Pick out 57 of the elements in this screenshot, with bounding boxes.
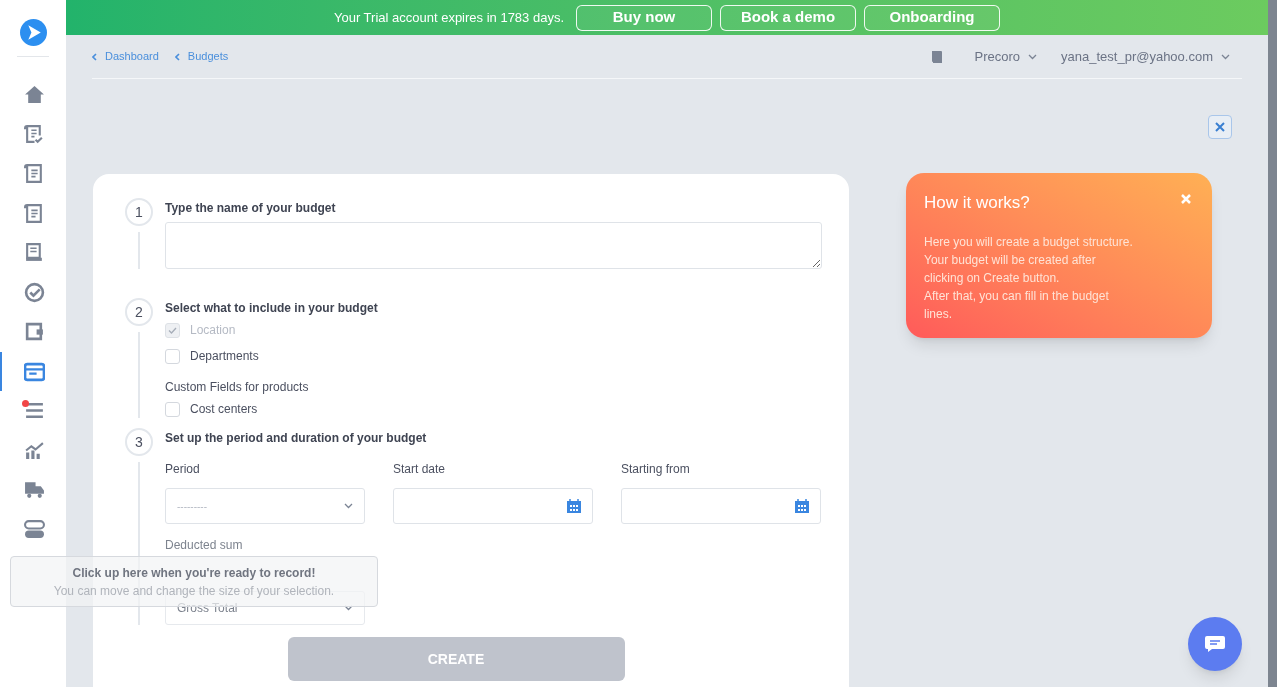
user-dropdown[interactable]: yana_test_pr@yahoo.com	[1061, 46, 1230, 67]
scrollbar[interactable]	[1268, 0, 1277, 687]
receipt-icon	[23, 242, 45, 264]
step-title: Select what to include in your budget	[165, 300, 379, 317]
logo-icon[interactable]	[19, 19, 47, 46]
step-title: Type the name of your budget	[165, 200, 337, 217]
date-field[interactable]	[621, 488, 821, 524]
calendar-icon	[795, 499, 809, 513]
step-title: Set up the period and duration of your budget	[165, 430, 428, 447]
checkbox[interactable]	[165, 348, 180, 364]
popup-title: How it works?	[924, 192, 1030, 214]
field-label: Start date	[393, 461, 447, 478]
wallet-icon	[23, 321, 45, 343]
checkbox-option[interactable]: Cost centers	[165, 400, 823, 418]
period-dropdown[interactable]: ---------	[165, 488, 365, 524]
close-icon[interactable]	[1180, 193, 1192, 205]
chevron-down-icon	[344, 503, 353, 509]
breadcrumb-link[interactable]: Dashboard	[92, 48, 159, 65]
date-field[interactable]	[393, 488, 593, 524]
popup-text: Here you will create a budget structure. Your budget will be created after clicking on Create button. After that, you can fill in the budget lines.	[924, 233, 1134, 323]
check-circle-icon	[23, 281, 45, 303]
field-label: Deducted sum	[165, 537, 243, 554]
banner-button[interactable]: Book a demo	[720, 4, 856, 31]
toggle-icon	[23, 518, 45, 540]
field-label: Starting from	[621, 461, 691, 478]
step-number: 2	[125, 298, 153, 326]
step-number: 1	[125, 198, 153, 226]
close-button[interactable]	[1208, 115, 1232, 139]
chevron-left-icon	[92, 52, 97, 61]
chat-button[interactable]	[1188, 617, 1242, 671]
book-icon[interactable]	[930, 49, 943, 64]
company-dropdown[interactable]: Precoro	[974, 46, 1038, 67]
breadcrumb-link[interactable]: Budgets	[174, 48, 229, 65]
chevron-left-icon	[174, 52, 180, 61]
close-icon	[1215, 122, 1225, 132]
banner-button[interactable]: Onboarding	[864, 4, 1000, 31]
trial-message: Your Trial account expires in 1783 days.	[333, 8, 564, 27]
truck-icon	[23, 479, 45, 501]
step-number: 3	[125, 428, 153, 456]
chat-icon	[1204, 635, 1226, 653]
field-label: Period	[165, 461, 201, 478]
banner-button[interactable]: Buy now	[576, 4, 712, 31]
budget-name-field[interactable]	[165, 222, 822, 269]
document-icon	[23, 202, 45, 224]
home-icon	[23, 84, 45, 106]
chevron-down-icon	[1221, 53, 1230, 60]
checkmark-icon	[168, 326, 177, 334]
chevron-down-icon	[1028, 53, 1038, 60]
checkbox-option[interactable]: Departments	[165, 347, 823, 365]
document-icon	[23, 163, 45, 185]
card-icon	[23, 360, 45, 382]
calendar-icon	[567, 499, 581, 513]
group-label: Custom Fields for products	[165, 379, 310, 396]
checkbox[interactable]	[165, 401, 180, 417]
checkbox-option: Location	[165, 321, 823, 339]
document-check-icon	[23, 123, 45, 145]
recorder-title: Click up here when you're ready to record!	[72, 564, 316, 582]
